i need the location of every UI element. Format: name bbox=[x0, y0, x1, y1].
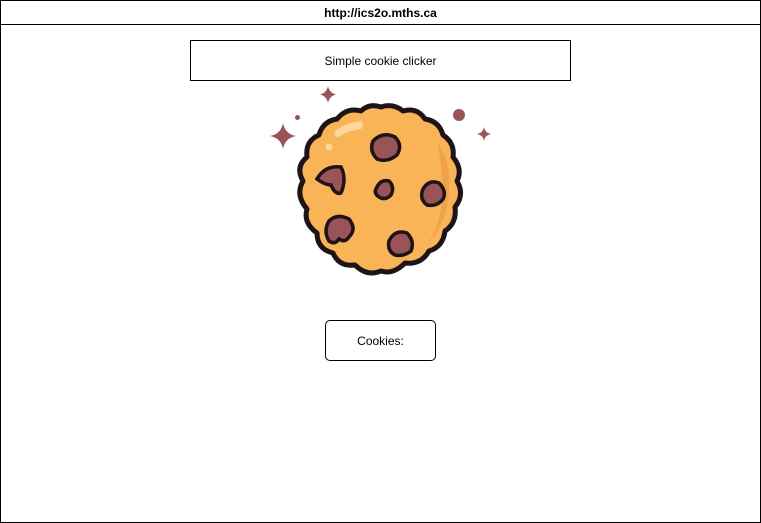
chip-icon bbox=[324, 214, 355, 245]
dot-large-icon bbox=[453, 109, 465, 121]
sparkle-large-icon bbox=[270, 123, 296, 149]
cookie-icon bbox=[270, 86, 491, 276]
dot-small-icon bbox=[295, 115, 300, 120]
page-title-text: Simple cookie clicker bbox=[324, 53, 437, 68]
cookie-button[interactable] bbox=[265, 83, 497, 293]
page-title: Simple cookie clicker bbox=[190, 40, 571, 81]
sparkle-right-icon bbox=[477, 127, 491, 141]
browser-window: http://ics2o.mths.ca Simple cookie click… bbox=[0, 0, 761, 523]
highlight-dot bbox=[325, 143, 333, 151]
chip-icon bbox=[386, 230, 415, 258]
cookie-counter: Cookies: bbox=[325, 320, 436, 361]
url-text: http://ics2o.mths.ca bbox=[324, 5, 437, 20]
chip-icon bbox=[373, 178, 395, 201]
chip-icon bbox=[369, 133, 402, 163]
chip-icon bbox=[419, 180, 447, 208]
address-bar[interactable]: http://ics2o.mths.ca bbox=[1, 1, 760, 25]
sparkle-top-icon bbox=[320, 86, 336, 103]
cookie-counter-label: Cookies: bbox=[357, 333, 404, 348]
